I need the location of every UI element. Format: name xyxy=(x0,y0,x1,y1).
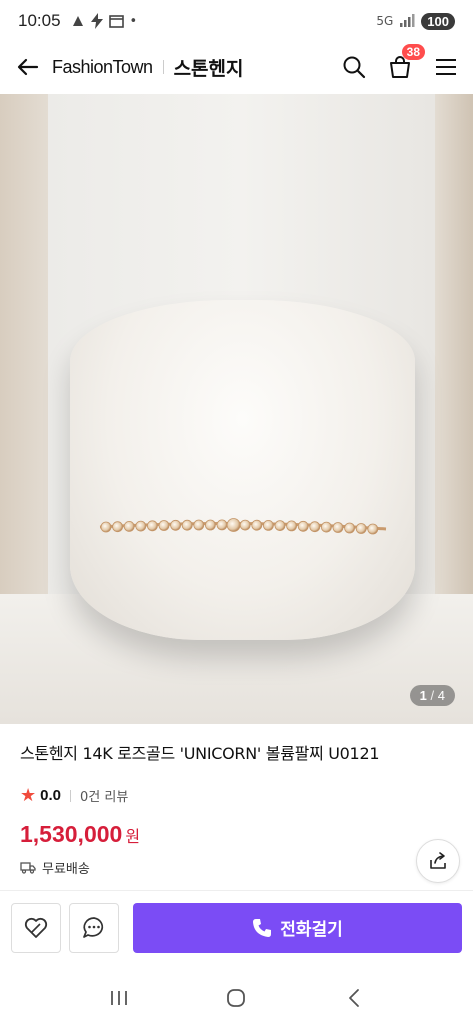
flash-icon xyxy=(90,13,103,29)
image-background-left xyxy=(0,94,48,614)
search-button[interactable] xyxy=(341,54,367,80)
recent-apps-icon xyxy=(110,991,127,1005)
image-counter: 1 / 4 xyxy=(409,685,455,706)
back-button[interactable] xyxy=(14,53,42,81)
wishlist-icon xyxy=(24,917,48,938)
header-actions: 38 xyxy=(341,44,459,80)
chevron-left-icon xyxy=(349,989,360,1007)
star-icon: ★ xyxy=(20,784,37,806)
price-row: 1,530,000 원 xyxy=(20,821,453,848)
price-unit: 원 xyxy=(125,827,141,846)
rating-divider xyxy=(70,789,71,802)
image-counter-separator: / xyxy=(430,688,435,703)
menu-icon xyxy=(436,59,456,75)
truck-icon xyxy=(20,862,36,874)
status-time: 10:05 xyxy=(18,11,61,30)
back-arrow-icon xyxy=(17,58,39,76)
product-price: 1,530,000 xyxy=(20,821,123,847)
display-pillow xyxy=(70,300,415,640)
rating-row[interactable]: ★ 0.0 0건 리뷰 xyxy=(20,786,453,805)
calendar-icon xyxy=(108,15,124,28)
cart-count-badge: 38 xyxy=(401,44,425,60)
status-bar: 10:05 • 5G 100 xyxy=(0,0,473,42)
system-back-button[interactable] xyxy=(334,978,374,1018)
system-navigation-bar xyxy=(0,972,473,1024)
share-button[interactable] xyxy=(416,839,460,883)
share-icon xyxy=(430,852,446,869)
shipping-label: 무료배송 xyxy=(42,862,90,877)
recent-apps-button[interactable] xyxy=(99,978,139,1018)
site-logo[interactable]: FashionTown xyxy=(52,57,153,78)
network-type: 5G xyxy=(376,14,394,28)
status-system-icons: 5G 100 xyxy=(376,12,455,30)
notification-icon xyxy=(72,16,83,26)
wishlist-button[interactable] xyxy=(11,902,61,953)
cart-button[interactable]: 38 xyxy=(387,44,425,80)
top-header: FashionTown 스톤헨지 38 xyxy=(0,42,473,92)
product-image-gallery[interactable]: 1 / 4 xyxy=(0,94,473,724)
product-title: 스톤헨지 14K 로즈골드 'UNICORN' 볼륨팔찌 U0121 xyxy=(20,744,380,763)
rating-value: 0.0 xyxy=(40,787,61,804)
home-icon xyxy=(227,989,246,1007)
image-counter-current: 1 xyxy=(419,688,427,703)
bottom-action-bar: 전화걸기 xyxy=(0,890,473,964)
battery-indicator: 100 xyxy=(421,12,455,30)
header-divider xyxy=(162,60,164,74)
chat-icon xyxy=(83,916,104,938)
menu-button[interactable] xyxy=(433,54,459,80)
review-count[interactable]: 0건 리뷰 xyxy=(80,786,128,805)
chat-button[interactable] xyxy=(69,902,119,953)
brand-name[interactable]: 스톤헨지 xyxy=(174,54,244,81)
image-counter-total: 4 xyxy=(437,688,445,703)
product-info: 스톤헨지 14K 로즈골드 'UNICORN' 볼륨팔찌 U0121 ★ 0.0… xyxy=(20,740,453,877)
status-notification-icons: • xyxy=(71,13,138,29)
call-button-label: 전화걸기 xyxy=(280,920,343,940)
dot-icon: • xyxy=(129,13,138,29)
home-button[interactable] xyxy=(216,978,256,1018)
image-background-right xyxy=(435,94,473,614)
shipping-info: 무료배송 xyxy=(20,858,453,877)
signal-icon xyxy=(400,14,415,27)
search-icon xyxy=(343,56,366,79)
phone-icon xyxy=(253,918,272,937)
call-button[interactable]: 전화걸기 xyxy=(133,902,462,953)
bracelet-image xyxy=(99,518,387,535)
